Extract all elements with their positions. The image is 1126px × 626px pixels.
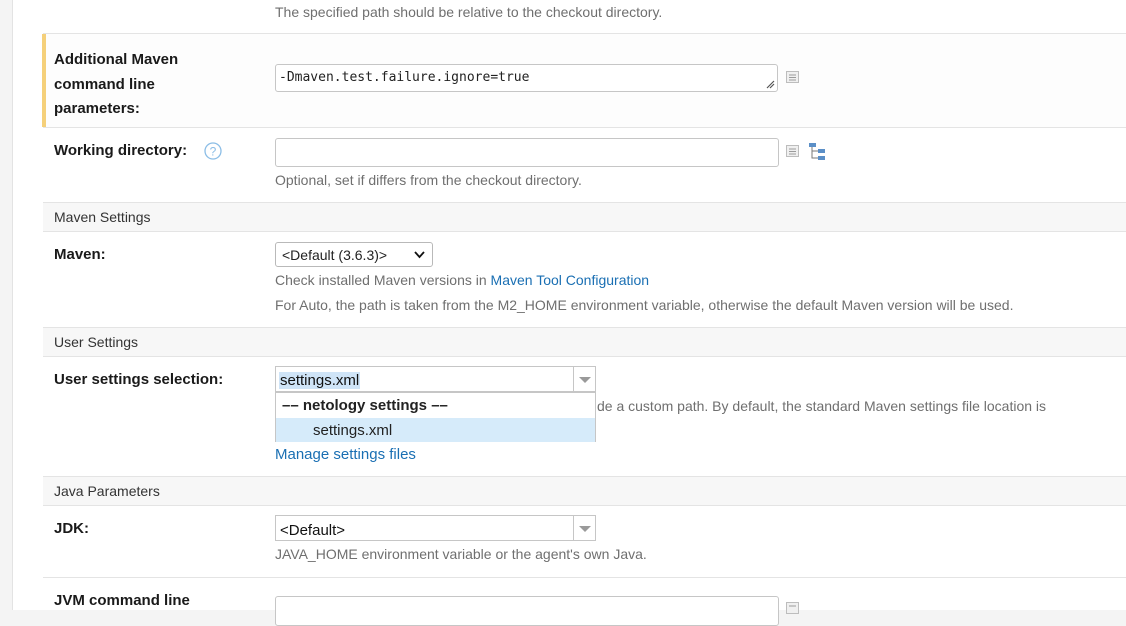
maven-tool-config-link[interactable]: Maven Tool Configuration bbox=[491, 272, 650, 288]
working-dir-input[interactable] bbox=[275, 138, 779, 167]
chevron-down-icon bbox=[414, 251, 425, 259]
help-icon[interactable]: ? bbox=[204, 142, 222, 160]
user-settings-label: User settings selection: bbox=[54, 371, 224, 388]
checkout-path-hint: The specified path should be relative to… bbox=[275, 4, 663, 20]
jdk-hint: JAVA_HOME environment variable or the ag… bbox=[275, 546, 647, 562]
maven-hint: Check installed Maven versions in Maven … bbox=[275, 272, 650, 288]
jdk-label: JDK: bbox=[54, 520, 90, 537]
user-settings-dropdown: –– netology settings –– settings.xml bbox=[275, 392, 596, 442]
maven-params-label: Additional Maven command line parameters… bbox=[54, 51, 179, 117]
section-maven-settings: Maven Settings bbox=[43, 203, 1126, 231]
working-dir-label: Working directory: bbox=[54, 142, 188, 159]
list-icon[interactable] bbox=[786, 602, 799, 614]
divider bbox=[43, 127, 1126, 128]
svg-text:?: ? bbox=[210, 145, 217, 159]
divider bbox=[43, 231, 1126, 232]
section-user-settings: User Settings bbox=[43, 328, 1126, 356]
section-java-parameters: Java Parameters bbox=[43, 477, 1126, 505]
jdk-combobox[interactable]: <Default> bbox=[275, 515, 596, 541]
maven-label: Maven: bbox=[54, 246, 106, 263]
user-settings-combobox[interactable]: settings.xml bbox=[275, 366, 596, 392]
divider bbox=[43, 577, 1126, 578]
manage-settings-link[interactable]: Manage settings files bbox=[275, 446, 416, 463]
dropdown-group-header: –– netology settings –– bbox=[282, 397, 448, 414]
modified-indicator bbox=[42, 34, 46, 127]
working-dir-hint: Optional, set if differs from the checko… bbox=[275, 172, 582, 188]
dropdown-arrow-icon[interactable] bbox=[573, 367, 595, 391]
resize-grip-icon[interactable] bbox=[766, 80, 775, 89]
user-settings-hint: de a custom path. By default, the standa… bbox=[597, 398, 1047, 414]
list-icon[interactable] bbox=[786, 145, 799, 157]
divider bbox=[43, 202, 1126, 203]
tree-icon[interactable] bbox=[808, 142, 827, 161]
list-icon[interactable] bbox=[786, 71, 799, 83]
jvm-label: JVM command line bbox=[54, 592, 190, 609]
maven-auto-hint: For Auto, the path is taken from the M2_… bbox=[275, 297, 1014, 313]
dropdown-arrow-icon[interactable] bbox=[573, 516, 595, 540]
maven-params-input[interactable]: -Dmaven.test.failure.ignore=true bbox=[275, 64, 778, 92]
jvm-input[interactable] bbox=[275, 596, 779, 626]
maven-version-select[interactable]: <Default (3.6.3)> bbox=[275, 242, 433, 267]
divider bbox=[43, 505, 1126, 506]
divider bbox=[43, 356, 1126, 357]
dropdown-option[interactable]: settings.xml bbox=[276, 418, 595, 442]
